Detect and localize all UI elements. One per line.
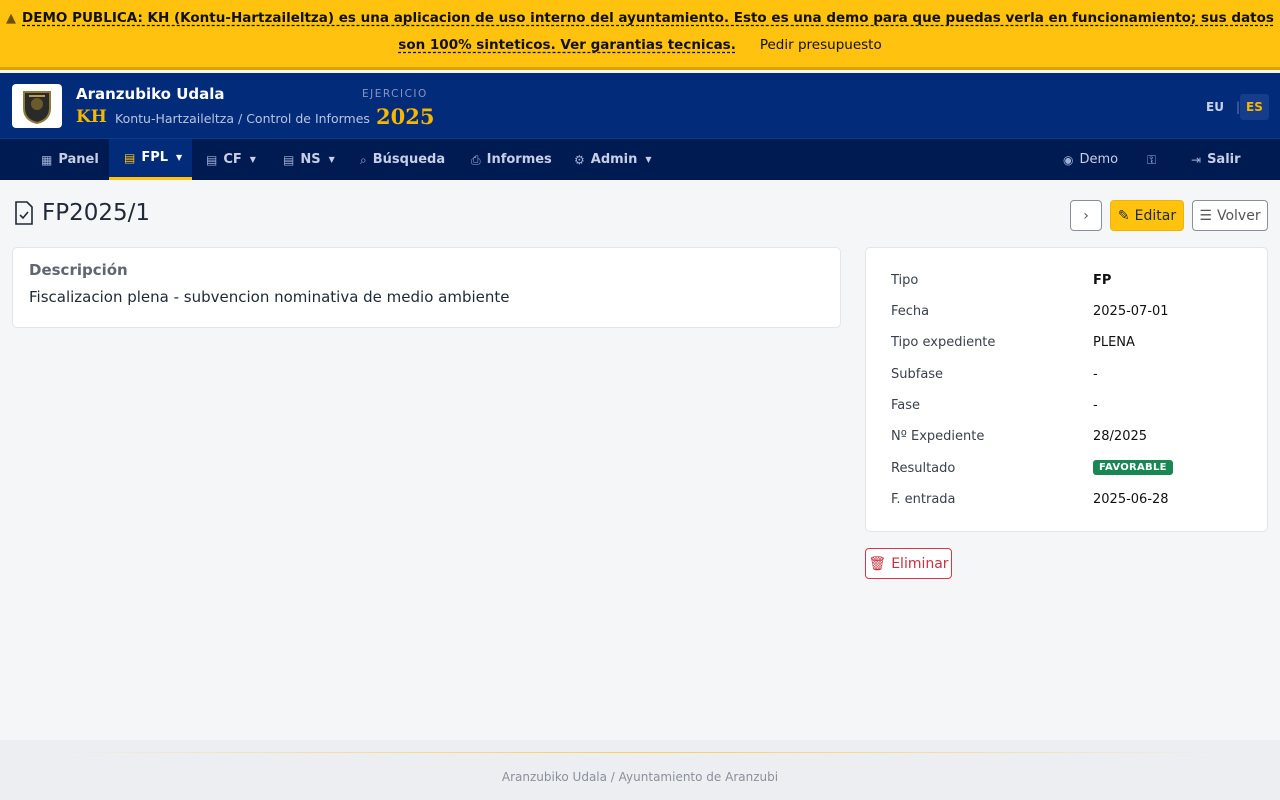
exercise-label: EJERCICIO [362,88,428,100]
caret-down-icon: ▼ [249,154,256,164]
gear-icon: ⚙ [574,152,585,167]
description-text: Fiscalizacion plena - subvencion nominat… [29,288,510,306]
search-icon: ⌕ [360,152,367,167]
nav-cf-label: CF [223,151,242,167]
org-name: Aranzubiko Udala [76,85,225,103]
nav-user[interactable]: ◉ Demo [1063,139,1118,180]
detail-value: PLENA [1093,335,1135,350]
detail-label: F. entrada [891,492,956,507]
detail-label: Tipo expediente [891,335,996,350]
printer-icon: ⎙ [471,152,481,167]
footer: Aranzubiko Udala / Ayuntamiento de Aranz… [0,740,1280,800]
nav-informes[interactable]: ⎙ Informes [471,139,552,180]
description-card: Descripción Fiscalizacion plena - subven… [12,247,841,328]
nav-panel[interactable]: ▦ Panel [41,139,99,180]
nav-fpl-label: FPL [141,150,169,165]
caret-down-icon: ▼ [176,153,183,162]
nav-cf[interactable]: ▤ CF ▼ [206,139,256,180]
coat-of-arms-logo[interactable] [12,84,62,128]
file-check-icon [15,201,33,225]
app-header: Aranzubiko Udala KH Kontu-Hartzaileltza … [0,73,1280,139]
nav-ns[interactable]: ▤ NS ▼ [283,139,335,180]
main-nav: ▦ Panel ▤ FPL ▼ ▤ CF ▼ ▤ NS ▼ ⌕ Búsqueda ⎙ Inform… [0,139,1280,180]
user-circle-icon: ◉ [1063,152,1074,167]
app-short-name: KH [76,107,107,127]
detail-label: Subfase [891,367,944,382]
edit-button[interactable]: ✎ Editar [1110,200,1184,231]
lang-eu-button[interactable]: EU [1200,94,1230,120]
details-card: Tipo FP Fecha 2025-07-01 Tipo expediente… [865,247,1268,532]
nav-informes-label: Informes [486,151,552,167]
status-badge: FAVORABLE [1093,460,1173,475]
footer-text: Aranzubiko Udala / Ayuntamiento de Aranz… [501,770,779,784]
nav-salir-label: Salir [1207,151,1241,167]
detail-value: FP [1093,273,1112,288]
app-subtitle: Kontu-Hartzaileltza / Control de Informe… [115,111,370,126]
lang-es-button[interactable]: ES [1240,94,1269,120]
edit-label: Editar [1134,207,1177,224]
document-icon: ▤ [206,152,218,167]
detail-label: Nº Expediente [891,429,985,444]
description-heading: Descripción [29,261,128,279]
warning-triangle-icon: ▲ [6,11,17,26]
detail-value: 2025-07-01 [1093,304,1169,319]
detail-label: Tipo [891,273,919,288]
document-icon: ▤ [124,151,136,165]
nav-key[interactable]: ⚿ [1147,139,1156,180]
exercise-year[interactable]: 2025 [376,104,434,129]
back-button[interactable]: ☰ Volver [1192,200,1268,231]
nav-panel-label: Panel [58,151,99,167]
page-title: FP2025/1 [42,200,151,226]
logout-icon: ⇥ [1191,152,1202,167]
nav-admin[interactable]: ⚙ Admin ▼ [574,139,652,180]
nav-user-label: Demo [1079,151,1119,167]
detail-value: - [1093,398,1098,413]
caret-down-icon: ▼ [645,154,652,164]
nav-admin-label: Admin [590,151,638,167]
detail-value: - [1093,367,1098,382]
nav-busqueda[interactable]: ⌕ Búsqueda [360,139,445,180]
detail-label: Fecha [891,304,930,319]
detail-value: 28/2025 [1093,429,1148,444]
banner-message[interactable]: DEMO PUBLICA: KH (Kontu-Hartzaileltza) e… [22,10,1274,53]
demo-banner: ▲ DEMO PUBLICA: KH (Kontu-Hartzaileltza) … [0,0,1280,70]
nav-salir[interactable]: ⇥ Salir [1191,139,1241,180]
caret-down-icon: ▼ [328,154,335,164]
trash-icon: 🗑 [868,555,887,572]
chevron-right-icon: › [1083,207,1089,224]
next-button[interactable]: › [1070,200,1102,231]
back-label: Volver [1216,207,1261,224]
delete-button[interactable]: 🗑 Eliminar [865,548,952,579]
request-quote-link[interactable]: Pedir presupuesto [760,37,882,53]
document-icon: ▤ [283,152,295,167]
detail-value: 2025-06-28 [1093,492,1169,507]
key-icon: ⚿ [1147,152,1157,167]
page-title-block: FP2025/1 [14,200,150,226]
detail-label: Resultado [891,461,956,476]
footer-divider [60,752,1220,753]
delete-label: Eliminar [891,555,949,572]
pencil-icon: ✎ [1117,207,1130,224]
detail-label: Fase [891,398,921,413]
nav-fpl[interactable]: ▤ FPL ▼ [109,139,192,180]
nav-ns-label: NS [300,151,321,167]
nav-busqueda-label: Búsqueda [372,151,446,167]
dashboard-icon: ▦ [41,152,53,167]
list-icon: ☰ [1199,207,1212,224]
